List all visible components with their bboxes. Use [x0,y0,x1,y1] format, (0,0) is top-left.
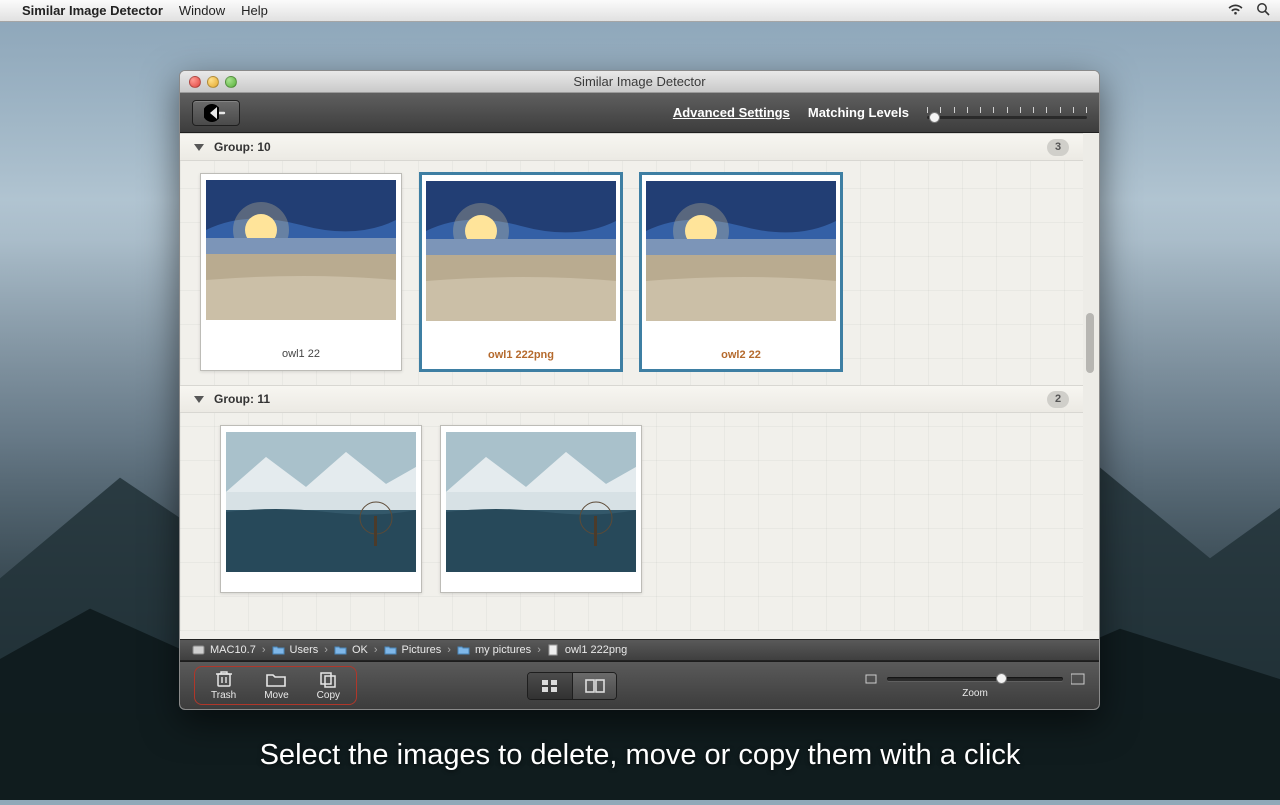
macos-menubar: Similar Image Detector Window Help [0,0,1280,22]
window-title: Similar Image Detector [180,74,1099,89]
scrollbar-thumb[interactable] [1086,313,1094,373]
path-segment-volume[interactable]: MAC10.7 [186,644,262,656]
view-mode-segmented [527,672,617,700]
window-toolbar: Advanced Settings Matching Levels [180,93,1099,133]
split-icon [585,679,605,693]
content-area: Group: 10 3 owl1 22 owl1 222png [180,133,1099,631]
path-bar: MAC10.7 › Users › OK › Pictures › my pic… [180,639,1099,661]
menubar-app-name[interactable]: Similar Image Detector [22,3,163,18]
disclosure-triangle-icon[interactable] [194,396,204,403]
matching-levels-label: Matching Levels [808,105,909,120]
thumbnail-card[interactable]: owl2 22 [640,173,842,371]
thumbnail-image [206,180,396,320]
copy-icon [317,670,339,688]
thumbnail-row [180,413,1083,607]
zoom-control: Zoom [865,673,1085,699]
zoom-slider[interactable] [887,677,1063,681]
wifi-icon[interactable] [1227,3,1244,19]
folder-icon [457,644,470,656]
thumbnail-row: owl1 22 owl1 222png owl2 22 [180,161,1083,385]
thumbnail-card[interactable] [440,425,642,593]
window-minimize-button[interactable] [207,76,219,88]
group-label: Group: 11 [214,392,270,406]
group-label: Group: 10 [214,140,271,154]
thumbnail-card[interactable] [220,425,422,593]
grid-icon [541,679,559,693]
thumbnail-image [426,181,616,321]
menubar-item-help[interactable]: Help [241,3,268,18]
grid-view-button[interactable] [528,673,572,699]
trash-button[interactable]: Trash [211,670,236,701]
folder-icon [334,644,347,656]
back-button[interactable] [192,100,240,126]
group-count-badge: 3 [1047,139,1069,156]
menubar-item-window[interactable]: Window [179,3,225,18]
path-segment-folder[interactable]: OK [328,644,374,656]
group-header[interactable]: Group: 10 3 [180,133,1083,161]
marketing-caption: Select the images to delete, move or cop… [0,739,1280,772]
folder-icon [272,644,285,656]
move-button[interactable]: Move [264,670,288,701]
thumbnail-filename: owl1 222png [488,321,554,369]
path-segment-file[interactable]: owl1 222png [541,644,633,656]
slider-thumb[interactable] [929,112,940,123]
thumbnail-card[interactable]: owl1 222png [420,173,622,371]
zoom-out-icon[interactable] [865,673,879,685]
path-segment-folder[interactable]: Users [266,644,325,656]
advanced-settings-link[interactable]: Advanced Settings [673,105,790,120]
group-header[interactable]: Group: 11 2 [180,385,1083,413]
zoom-slider-thumb[interactable] [996,673,1007,684]
matching-levels-slider[interactable] [927,104,1087,122]
drive-icon [192,644,205,656]
copy-button[interactable]: Copy [317,670,340,701]
folder-open-icon [265,670,287,688]
footer-toolbar: Trash Move Copy [180,661,1099,709]
path-segment-folder[interactable]: Pictures [378,644,448,656]
bulk-action-highlight: Trash Move Copy [194,666,357,705]
thumbnail-image [446,432,636,572]
disclosure-triangle-icon[interactable] [194,144,204,151]
vertical-scrollbar[interactable] [1084,133,1096,631]
file-icon [547,644,560,656]
window-titlebar[interactable]: Similar Image Detector [180,71,1099,93]
compare-view-button[interactable] [572,673,616,699]
spotlight-icon[interactable] [1256,2,1270,19]
folder-icon [384,644,397,656]
thumbnail-filename: owl2 22 [721,321,761,369]
zoom-label: Zoom [962,688,988,699]
thumbnail-image [646,181,836,321]
window-zoom-button[interactable] [225,76,237,88]
thumbnail-filename: owl1 22 [282,320,320,368]
group-count-badge: 2 [1047,391,1069,408]
window-close-button[interactable] [189,76,201,88]
traffic-lights [180,76,237,88]
zoom-in-icon[interactable] [1071,673,1085,685]
trash-icon [213,670,235,688]
path-segment-folder[interactable]: my pictures [451,644,537,656]
thumbnail-image [226,432,416,572]
app-window: Similar Image Detector Advanced Settings… [179,70,1100,710]
thumbnail-card[interactable]: owl1 22 [200,173,402,371]
